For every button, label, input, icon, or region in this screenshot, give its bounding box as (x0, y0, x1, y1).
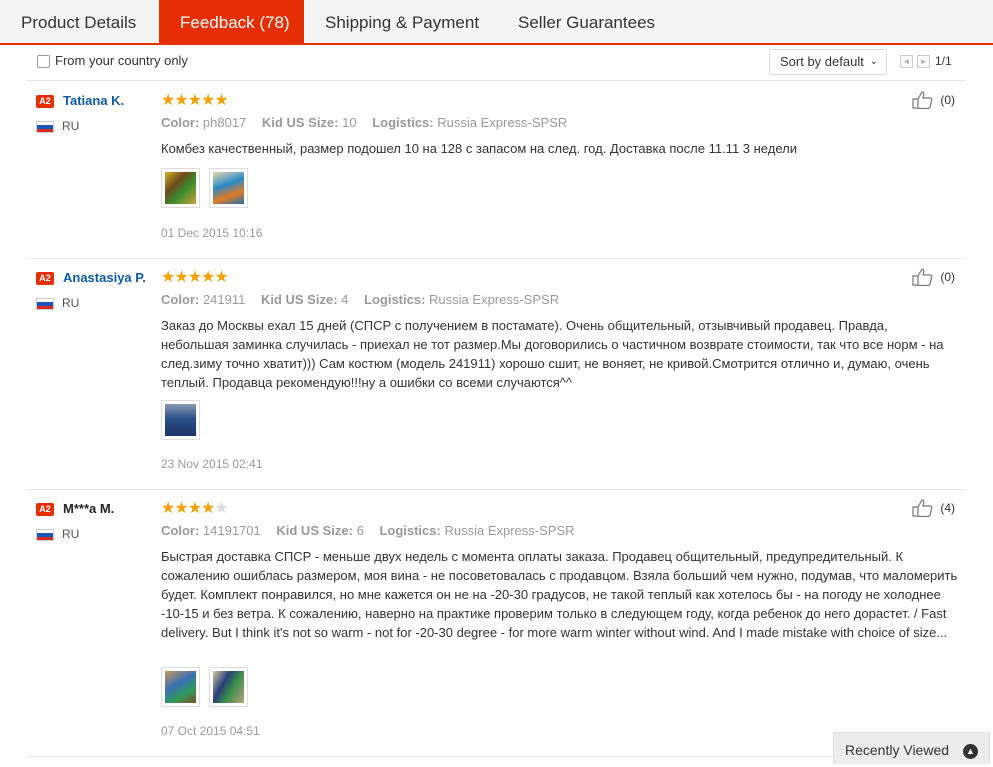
flag-icon (36, 121, 54, 133)
tab-shipping-payment[interactable]: Shipping & Payment (304, 0, 497, 45)
buyer-level-badge: A2 (36, 272, 54, 285)
review-text: Быстрая доставка СПСР - меньше двух неде… (161, 549, 958, 640)
chevron-up-icon: ▲ (963, 744, 978, 759)
buyer-level-badge: A2 (36, 503, 54, 516)
size-value: 4 (341, 292, 349, 307)
tab-seller-guarantees[interactable]: Seller Guarantees (497, 0, 662, 45)
size-label: Kid US Size: (261, 115, 339, 130)
prev-page-button[interactable]: ◂ (900, 55, 913, 68)
country-only-checkbox[interactable] (37, 55, 50, 68)
color-value: ph8017 (202, 115, 247, 130)
page-indicator: 1/1 (935, 54, 952, 68)
size-label: Kid US Size: (276, 523, 353, 538)
thumbs-up-icon (912, 499, 933, 517)
review-date: 07 Oct 2015 04:51 (161, 724, 260, 738)
reviewer-name[interactable]: Tatiana K. (63, 93, 124, 108)
review-photo-thumbnail[interactable] (209, 667, 248, 707)
logistics-label: Logistics: (379, 523, 441, 538)
color-label: Color: (161, 115, 200, 130)
reviewer-country: RU (62, 296, 80, 310)
recently-viewed-label: Recently Viewed (845, 742, 950, 758)
size-value: 6 (356, 523, 364, 538)
reviewer-country: RU (62, 527, 80, 541)
tab-product-details[interactable]: Product Details (0, 0, 159, 45)
review-item: A2 Anastasiya P. RU ★★★★★ Color: 241911 … (26, 261, 966, 490)
product-tabs: Product Details Feedback (78) Shipping &… (0, 0, 993, 45)
review-text: Заказ до Москвы ехал 15 дней (СПСР с пол… (161, 318, 944, 390)
flag-icon (36, 529, 54, 541)
review-item: A2 Tatiana K. RU ★★★★★ Color: ph8017 Kid… (26, 84, 966, 259)
reviewer-country: RU (62, 119, 80, 133)
star-rating: ★★★★★ (161, 92, 229, 109)
reviewer-name: M***a M. (63, 501, 115, 516)
helpful-like-button[interactable]: (0) (912, 91, 955, 109)
reviewer-name[interactable]: Anastasiya P. (63, 270, 146, 285)
review-photo-thumbnail[interactable] (209, 168, 248, 208)
recently-viewed-button[interactable]: Recently Viewed ▲ (833, 732, 990, 764)
thumbs-up-icon (912, 268, 933, 286)
review-photo-thumbnail[interactable] (161, 667, 200, 707)
next-page-button[interactable]: ▸ (917, 55, 930, 68)
color-value: 14191701 (202, 523, 261, 538)
order-attributes: Color: 241911 Kid US Size: 4 Logistics: … (161, 292, 571, 307)
order-attributes: Color: ph8017 Kid US Size: 10 Logistics:… (161, 115, 579, 130)
helpful-count: (4) (940, 501, 956, 515)
logistics-value: Russia Express-SPSR (429, 292, 560, 307)
helpful-like-button[interactable]: (4) (912, 499, 955, 517)
buyer-level-badge: A2 (36, 95, 54, 108)
color-value: 241911 (202, 292, 246, 307)
helpful-count: (0) (940, 93, 956, 107)
color-label: Color: (161, 523, 200, 538)
thumbs-up-icon (912, 91, 933, 109)
review-date: 23 Nov 2015 02:41 (161, 457, 263, 471)
sort-dropdown[interactable]: Sort by default ⌄ (769, 49, 887, 75)
review-text: Комбез качественный, размер подошел 10 н… (161, 141, 797, 156)
country-only-label[interactable]: From your country only (55, 53, 188, 68)
review-date: 01 Dec 2015 10:16 (161, 226, 263, 240)
size-value: 10 (342, 115, 357, 130)
color-label: Color: (161, 292, 200, 307)
sort-label: Sort by default (780, 54, 864, 69)
review-photo-thumbnail[interactable] (161, 400, 200, 440)
helpful-like-button[interactable]: (0) (912, 268, 955, 286)
logistics-label: Logistics: (372, 115, 434, 130)
review-item: A2 M***a M. RU ★★★★★ Color: 14191701 Kid… (26, 492, 966, 757)
review-photo-thumbnail[interactable] (161, 168, 200, 208)
tab-feedback[interactable]: Feedback (78) (159, 0, 304, 45)
logistics-label: Logistics: (364, 292, 426, 307)
chevron-down-icon: ⌄ (869, 56, 878, 67)
feedback-filter-bar: From your country only Sort by default ⌄… (26, 46, 966, 81)
star-rating: ★★★★★ (161, 269, 229, 286)
helpful-count: (0) (940, 270, 956, 284)
flag-icon (36, 298, 54, 310)
star-rating: ★★★★★ (161, 500, 229, 517)
logistics-value: Russia Express-SPSR (437, 115, 568, 130)
logistics-value: Russia Express-SPSR (444, 523, 575, 538)
size-label: Kid US Size: (260, 292, 338, 307)
order-attributes: Color: 14191701 Kid US Size: 6 Logistics… (161, 523, 587, 538)
